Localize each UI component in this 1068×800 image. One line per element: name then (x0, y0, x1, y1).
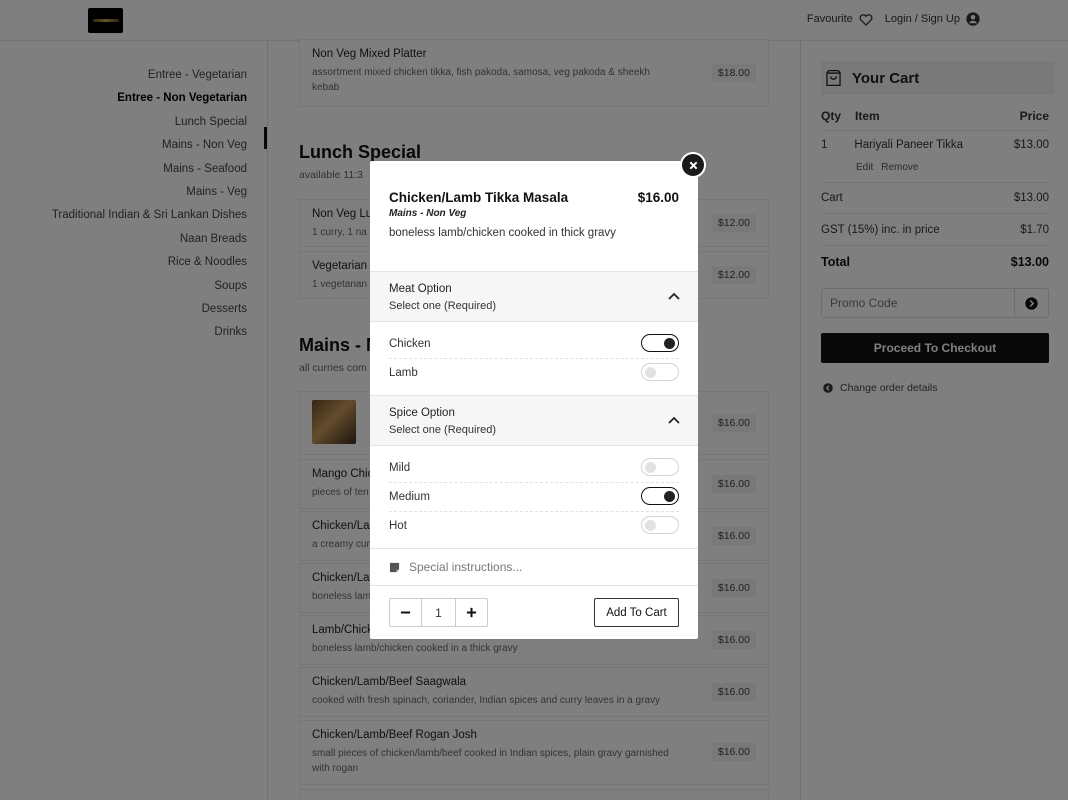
item-options-modal: Chicken/Lamb Tikka Masala $16.00 Mains -… (370, 161, 698, 639)
chevron-up-icon (668, 292, 680, 300)
modal-item-price: $16.00 (637, 190, 679, 205)
option-label: Hot (389, 520, 407, 532)
modal-item-category: Mains - Non Veg (389, 208, 467, 219)
option-medium[interactable]: Medium (389, 483, 679, 512)
increase-quantity-button[interactable] (456, 599, 487, 626)
option-toggle-hot[interactable] (641, 516, 679, 534)
plus-icon (466, 607, 477, 618)
spice-option-sub: Select one (Required) (389, 424, 497, 436)
special-instructions-row (370, 548, 698, 586)
option-toggle-lamb[interactable] (641, 363, 679, 381)
note-icon (389, 562, 400, 572)
option-label: Mild (389, 462, 411, 474)
option-toggle-mild[interactable] (641, 458, 679, 476)
decrease-quantity-button[interactable] (390, 599, 421, 626)
modal-item-description: boneless lamb/chicken cooked in thick gr… (389, 227, 616, 239)
special-instructions-input[interactable] (409, 560, 669, 574)
option-label: Lamb (389, 367, 418, 379)
option-toggle-medium[interactable] (641, 487, 679, 505)
close-icon (689, 161, 697, 169)
option-toggle-chicken[interactable] (641, 334, 679, 352)
minus-icon (400, 611, 411, 614)
option-lamb[interactable]: Lamb (389, 359, 679, 388)
chevron-up-icon (668, 416, 680, 424)
close-modal-button[interactable] (680, 152, 706, 178)
meat-option-heading: Meat Option (389, 283, 452, 295)
option-mild[interactable]: Mild (389, 454, 679, 483)
option-label: Chicken (389, 338, 431, 350)
modal-item-title: Chicken/Lamb Tikka Masala (389, 190, 569, 205)
meat-option-sub: Select one (Required) (389, 300, 497, 312)
spice-option-header[interactable]: Spice Option Select one (Required) (370, 395, 698, 446)
quantity-stepper: 1 (389, 598, 488, 627)
option-label: Medium (389, 491, 430, 503)
option-hot[interactable]: Hot (389, 512, 679, 541)
option-chicken[interactable]: Chicken (389, 330, 679, 359)
quantity-value[interactable]: 1 (421, 599, 456, 626)
add-to-cart-button[interactable]: Add To Cart (594, 598, 679, 627)
meat-option-header[interactable]: Meat Option Select one (Required) (370, 271, 698, 322)
spice-option-heading: Spice Option (389, 407, 455, 419)
